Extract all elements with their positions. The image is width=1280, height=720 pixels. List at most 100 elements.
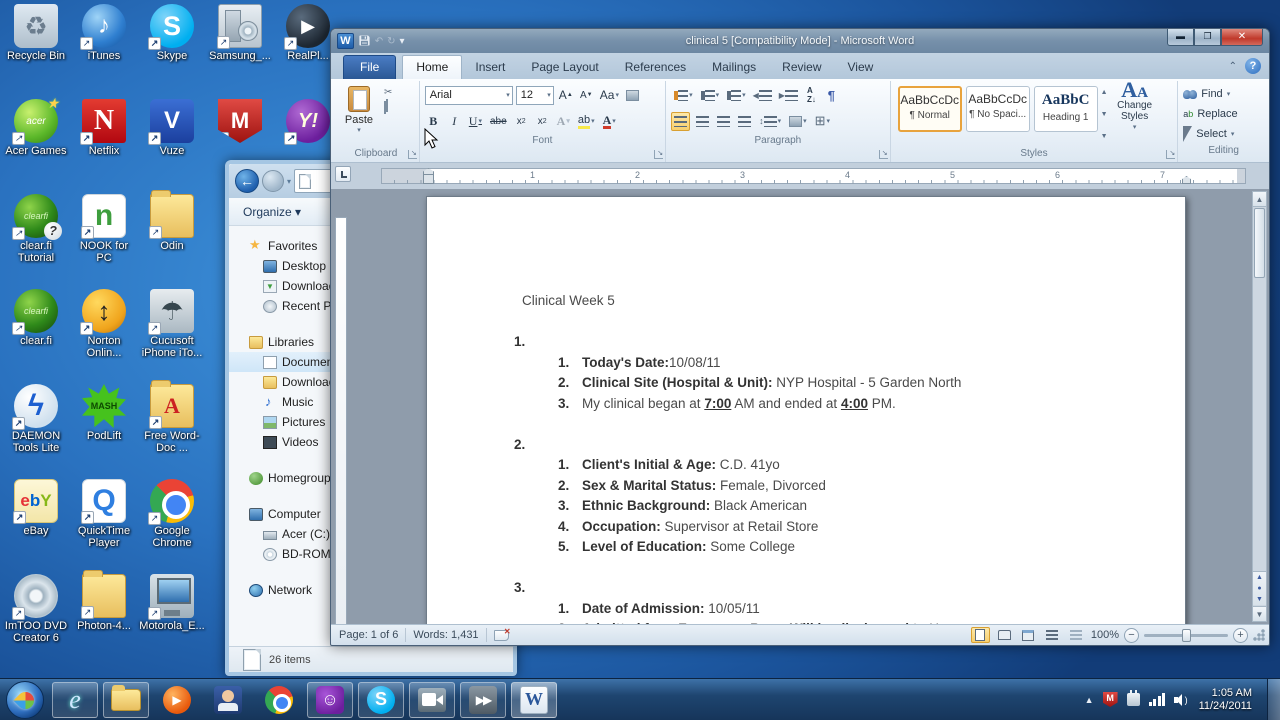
styles-scroll-down[interactable]: ▼ — [1101, 111, 1108, 118]
align-right-button[interactable] — [715, 112, 732, 131]
collapse-ribbon-icon[interactable]: ⌃ — [1229, 61, 1237, 72]
desktop-icon-clearfi-tutorial[interactable]: clearfi? ↗ clear.fi Tutorial — [2, 194, 70, 289]
tab-file[interactable]: File — [343, 55, 397, 79]
tab-review[interactable]: Review — [769, 56, 834, 79]
style-no-spacing[interactable]: AaBbCcDc ¶ No Spaci... — [965, 86, 1030, 132]
zoom-in-button[interactable]: + — [1233, 627, 1248, 643]
taskbar-clock[interactable]: 1:05 AM 11/24/2011 — [1199, 687, 1252, 713]
styles-scroll-up[interactable]: ▲ — [1101, 89, 1108, 96]
show-marks-button[interactable]: ¶ — [823, 86, 840, 105]
back-button[interactable]: ← — [235, 169, 259, 193]
multilevel-list-button[interactable]: ▾ — [724, 86, 748, 105]
page-browse-buttons[interactable]: ▲ ● ▼ — [1253, 571, 1266, 605]
sidebar-item-acer-c[interactable]: Acer (C:) — [229, 524, 339, 544]
change-case-button[interactable]: Aa ▾ — [598, 86, 621, 105]
zoom-out-button[interactable]: − — [1124, 627, 1139, 643]
find-button[interactable]: Find ▾ — [1183, 85, 1264, 103]
desktop-icon-motorola[interactable]: ↗ Motorola_E... — [138, 574, 206, 669]
italic-button[interactable]: I — [446, 112, 463, 131]
font-size-combo[interactable]: 12 ▾ — [515, 85, 554, 105]
sort-button[interactable]: A Z↓ — [803, 86, 820, 105]
tab-references[interactable]: References — [612, 56, 699, 79]
organize-menu[interactable]: Organize ▾ — [243, 205, 301, 219]
document-page[interactable]: Clinical Week 5 1. 1. Today's Date:10/08/… — [426, 196, 1186, 624]
sidebar-item-libraries[interactable]: Libraries — [229, 332, 339, 352]
bullets-button[interactable]: ▾ — [671, 86, 695, 105]
outline-view-button[interactable] — [1043, 627, 1062, 643]
page-indicator[interactable]: Page: 1 of 6 — [331, 629, 398, 641]
desktop-icon-itunes[interactable]: ♪ ↗ iTunes — [70, 4, 138, 99]
paragraph-dialog-launcher[interactable]: ↘ — [878, 150, 888, 159]
draft-view-button[interactable] — [1067, 627, 1086, 643]
strikethrough-button[interactable]: abe — [488, 112, 509, 131]
minimize-button[interactable]: ▬ — [1167, 29, 1194, 46]
format-painter-button[interactable] — [384, 117, 392, 129]
history-chevron-icon[interactable]: ▾ — [287, 177, 291, 186]
taskbar-word[interactable]: W — [511, 681, 557, 718]
change-styles-button[interactable]: AA Change Styles ▾ — [1109, 79, 1161, 146]
taskbar-skype[interactable]: S — [358, 681, 404, 718]
styles-dialog-launcher[interactable]: ↘ — [1166, 150, 1176, 159]
desktop-icon-clearfi[interactable]: clearfi ↗ clear.fi — [2, 289, 70, 384]
proofing-status-icon[interactable] — [493, 627, 511, 641]
desktop-icon-samsung[interactable]: ↗ Samsung_... — [206, 4, 274, 99]
font-color-button[interactable]: A ▾ — [601, 112, 618, 131]
desktop-icon-recycle-bin[interactable]: ♻ Recycle Bin — [2, 4, 70, 99]
desktop-icon-vuze[interactable]: V ↗ Vuze — [138, 99, 206, 194]
zoom-slider[interactable] — [1144, 628, 1228, 642]
text-effects-button[interactable]: A ▾ — [555, 112, 572, 131]
desktop-icon-daemon-tools[interactable]: ϟ ↗ DAEMON Tools Lite — [2, 384, 70, 479]
select-button[interactable]: Select ▾ — [1183, 125, 1264, 143]
desktop-icon-ebay[interactable]: e b Y ↗ eBay — [2, 479, 70, 574]
word-title-bar[interactable]: W 💾︎ ↶ ↻ ▾ clinical 5 [Compatibility Mod… — [331, 29, 1269, 53]
start-button[interactable] — [6, 680, 44, 719]
scroll-thumb[interactable] — [1254, 208, 1265, 278]
desktop-icon-free-word-doc[interactable]: A ↗ Free Word-Doc ... — [138, 380, 206, 479]
horizontal-ruler[interactable]: 1 2 3 4 5 6 7 — [381, 168, 1246, 184]
taskbar-chrome[interactable] — [256, 682, 302, 718]
print-layout-view-button[interactable] — [970, 627, 990, 643]
align-left-button[interactable] — [671, 111, 691, 131]
decrease-indent-button[interactable]: ◀ — [751, 86, 774, 105]
paste-button[interactable]: Paste ▾ — [338, 83, 380, 146]
web-layout-view-button[interactable] — [1019, 627, 1038, 643]
font-name-combo[interactable]: Arial ▾ — [424, 85, 513, 105]
cut-button[interactable]: ✂ — [384, 87, 392, 99]
superscript-button[interactable]: x2 — [534, 112, 551, 131]
tab-page-layout[interactable]: Page Layout — [518, 56, 611, 79]
increase-indent-button[interactable]: ▶ — [777, 86, 800, 105]
taskbar-explorer[interactable] — [103, 681, 149, 718]
zoom-level[interactable]: 100% — [1091, 629, 1119, 641]
desktop-icon-acer-games[interactable]: acer↗ Acer Games — [2, 95, 70, 194]
sidebar-item-documents[interactable]: Documents — [229, 352, 343, 372]
close-button[interactable]: ✕ — [1221, 29, 1263, 46]
maximize-button[interactable]: ❐ — [1194, 29, 1221, 46]
sidebar-item-bd-rom[interactable]: BD-ROM — [229, 544, 339, 564]
style-heading1[interactable]: AaBbC Heading 1 — [1033, 86, 1098, 132]
align-center-button[interactable] — [694, 112, 711, 131]
sidebar-item-desktop[interactable]: Desktop — [229, 256, 339, 276]
taskbar-yahoo-messenger[interactable]: ☺ — [307, 681, 353, 718]
show-desktop-button[interactable] — [1267, 678, 1280, 720]
tab-selector[interactable] — [335, 166, 351, 182]
desktop-icon-netflix[interactable]: N ↗ Netflix — [70, 99, 138, 194]
desktop-icon-podlift[interactable]: MASH ↗ PodLift — [70, 384, 138, 479]
sidebar-item-favorites[interactable]: Favorites — [229, 236, 339, 256]
mcafee-tray-icon[interactable]: M — [1102, 692, 1118, 707]
tab-view[interactable]: View — [835, 56, 887, 79]
taskbar-photo-editor[interactable] — [205, 682, 251, 718]
borders-button[interactable]: ⊞ ▾ — [813, 112, 832, 131]
shading-button[interactable]: ▾ — [787, 112, 809, 131]
sidebar-item-pictures[interactable]: Pictures — [229, 412, 339, 432]
show-hidden-icons-chevron[interactable]: ▲ — [1085, 695, 1094, 705]
replace-button[interactable]: ab Replace — [1183, 105, 1264, 123]
taskbar-media-player[interactable]: ▶ — [154, 682, 200, 718]
highlight-button[interactable]: ab ▾ — [576, 112, 597, 131]
indent-marker-left[interactable] — [423, 168, 434, 184]
sidebar-item-videos[interactable]: Videos — [229, 432, 339, 452]
copy-button[interactable] — [384, 101, 392, 114]
desktop-icon-norton[interactable]: ↕ ↗ Norton Onlin... — [70, 289, 138, 384]
desktop-icon-photon[interactable]: ↗ Photon-4... — [70, 570, 138, 669]
style-normal[interactable]: AaBbCcDc ¶ Normal — [897, 86, 962, 132]
taskbar-video-recorder[interactable] — [409, 681, 455, 718]
